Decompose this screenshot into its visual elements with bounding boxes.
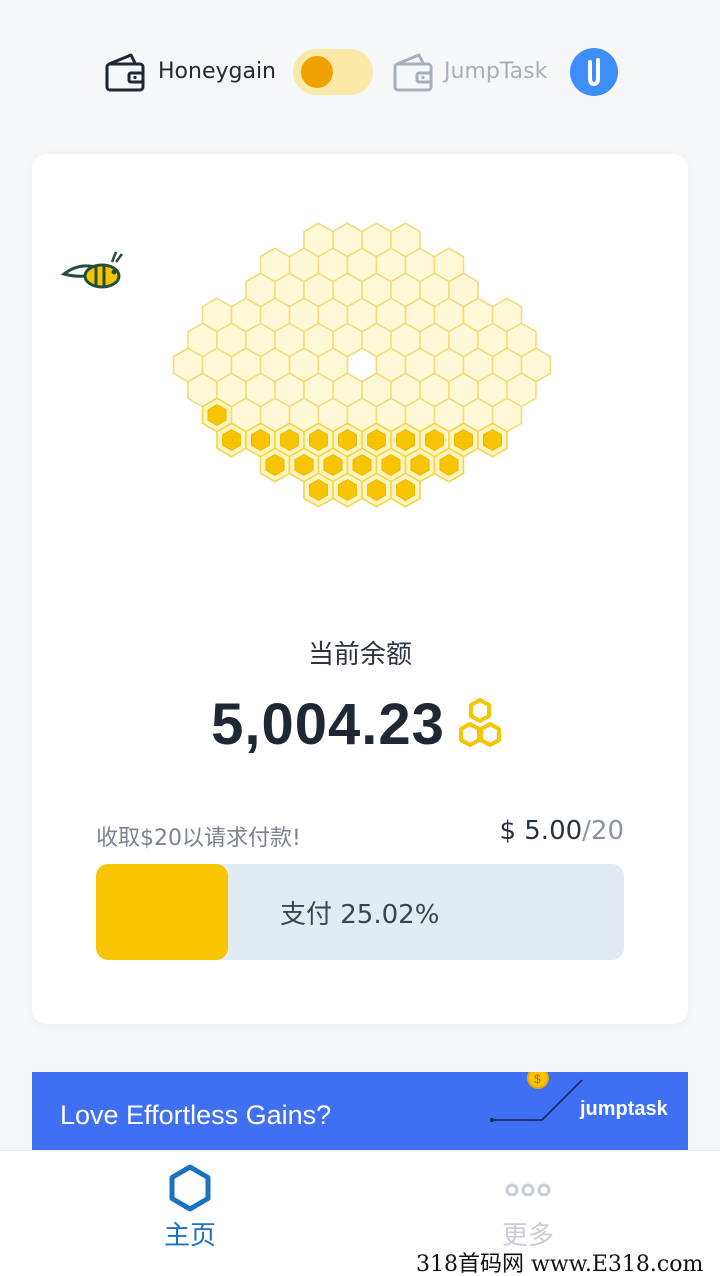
- nav-home[interactable]: 主页: [90, 1151, 290, 1261]
- app-switcher: Honeygain JumpTask: [0, 0, 720, 145]
- honey-fill: [222, 429, 241, 451]
- honey-fill: [425, 429, 444, 451]
- jumptask-label[interactable]: JumpTask: [444, 58, 547, 86]
- collect-goal: /20: [582, 816, 624, 846]
- svg-text:$: $: [534, 1072, 541, 1086]
- progress-fill: [96, 864, 229, 960]
- bee-icon: [60, 251, 123, 289]
- honey-fill: [294, 454, 314, 476]
- honey-fill: [439, 454, 459, 476]
- honeygain-label[interactable]: Honeygain: [158, 58, 276, 86]
- jumptask-promo-banner[interactable]: Love Effortless Gains? $ jumptask: [32, 1072, 688, 1152]
- honey-fill: [367, 479, 386, 501]
- jumptask-logo-icon[interactable]: [570, 48, 618, 96]
- progress-text: 支付 25.02%: [280, 900, 440, 930]
- balance-card: 当前余额 5,004.23 收取$20以请求付款! $ 5.00/20 支付 2…: [32, 154, 688, 1024]
- balance-label: 当前余额: [307, 640, 412, 670]
- honey-fill: [410, 454, 430, 476]
- balance-row: 5,004.23: [32, 684, 688, 764]
- honey-fill: [265, 454, 285, 476]
- watermark-text: 318首码网 www.E318.com: [412, 1246, 708, 1276]
- toggle-knob: [301, 56, 333, 88]
- honey-fill: [309, 429, 328, 451]
- wallet-icon[interactable]: [104, 52, 146, 92]
- nav-more[interactable]: 更多: [428, 1151, 628, 1261]
- more-dots-icon: [503, 1163, 553, 1213]
- app-toggle[interactable]: [293, 49, 373, 95]
- hexagon-icon: [165, 1163, 215, 1213]
- payout-progress-bar: 支付 25.02%: [96, 864, 624, 960]
- banner-brand: jumptask: [580, 1098, 668, 1120]
- honey-fill: [323, 454, 343, 476]
- wallet-icon[interactable]: [392, 52, 434, 92]
- collect-amount: $ 5.00/20: [499, 816, 624, 846]
- honey-fill: [338, 429, 357, 451]
- nav-home-label: 主页: [163, 1221, 216, 1251]
- honey-fill: [367, 429, 386, 451]
- collect-hint: 收取$20以请求付款!: [96, 826, 301, 851]
- honey-fill: [338, 479, 357, 501]
- balance-value: 5,004.23: [211, 691, 445, 757]
- honey-fill: [396, 479, 415, 501]
- banner-title: Love Effortless Gains?: [60, 1100, 332, 1130]
- honeycomb-svg: [60, 222, 552, 508]
- honey-fill: [454, 429, 473, 451]
- honey-fill: [381, 454, 401, 476]
- honey-fill: [483, 429, 502, 451]
- honey-fill: [280, 429, 299, 451]
- honeycomb-graphic: [60, 204, 552, 584]
- honey-fill: [352, 454, 372, 476]
- honeycomb-coin-icon: [451, 696, 509, 752]
- honey-fill: [309, 479, 328, 501]
- honey-fill: [207, 404, 227, 426]
- collect-current: $ 5.00: [499, 816, 583, 846]
- honey-fill: [251, 429, 270, 451]
- honey-fill: [396, 429, 415, 451]
